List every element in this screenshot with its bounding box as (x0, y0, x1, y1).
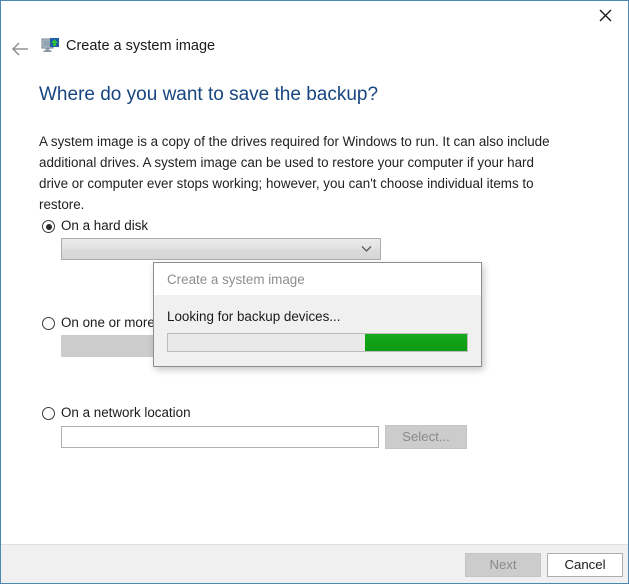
back-arrow-icon (12, 42, 28, 56)
radio-on-one-or-more-dvds[interactable] (42, 317, 55, 330)
footer-bar: Next Cancel (1, 544, 628, 583)
next-button[interactable]: Next (465, 553, 541, 577)
back-button[interactable] (9, 37, 33, 61)
label-on-a-network-location: On a network location (61, 405, 191, 420)
cancel-button[interactable]: Cancel (547, 553, 623, 577)
dialog-message: Looking for backup devices... (167, 309, 341, 324)
navigation-row: Create a system image (1, 31, 628, 67)
system-image-monitor-icon (41, 36, 61, 56)
create-system-image-window: Create a system image Where do you want … (0, 0, 629, 584)
window-titlebar (1, 1, 628, 31)
page-title: Where do you want to save the backup? (39, 84, 379, 105)
radio-on-a-network-location[interactable] (42, 407, 55, 420)
hard-disk-dropdown[interactable] (61, 238, 381, 260)
chevron-down-icon (361, 246, 372, 253)
radio-on-a-hard-disk[interactable] (42, 220, 55, 233)
progress-bar (167, 333, 468, 352)
network-location-input[interactable] (61, 426, 379, 448)
page-description: A system image is a copy of the drives r… (39, 134, 550, 212)
progress-bar-chunk (365, 334, 467, 351)
close-button[interactable] (583, 1, 628, 30)
dialog-title: Create a system image (167, 272, 305, 287)
close-icon (599, 9, 612, 22)
progress-dialog: Create a system image Looking for backup… (153, 262, 482, 367)
label-on-a-hard-disk: On a hard disk (61, 218, 149, 233)
nav-title: Create a system image (66, 38, 216, 54)
select-button[interactable]: Select... (385, 425, 467, 449)
